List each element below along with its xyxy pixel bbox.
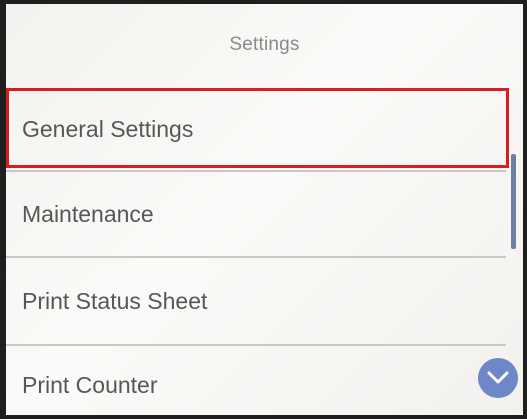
menu-item-print-status-sheet[interactable]: Print Status Sheet [6, 258, 506, 346]
chevron-down-icon [487, 371, 509, 384]
scroll-down-button[interactable] [478, 358, 518, 398]
menu-item-label: Print Status Sheet [22, 287, 208, 314]
scrollbar[interactable] [511, 154, 516, 249]
menu-item-label: Print Counter [22, 371, 158, 398]
header: Settings [6, 4, 523, 86]
menu-item-label: General Settings [22, 115, 194, 142]
menu-item-maintenance[interactable]: Maintenance [6, 172, 506, 258]
menu-item-label: Maintenance [22, 200, 154, 227]
page-title: Settings [229, 34, 300, 55]
printer-display: Settings General Settings Maintenance Pr… [6, 4, 523, 415]
menu-item-general-settings[interactable]: General Settings [6, 88, 506, 172]
menu-item-print-counter[interactable]: Print Counter [6, 346, 506, 415]
